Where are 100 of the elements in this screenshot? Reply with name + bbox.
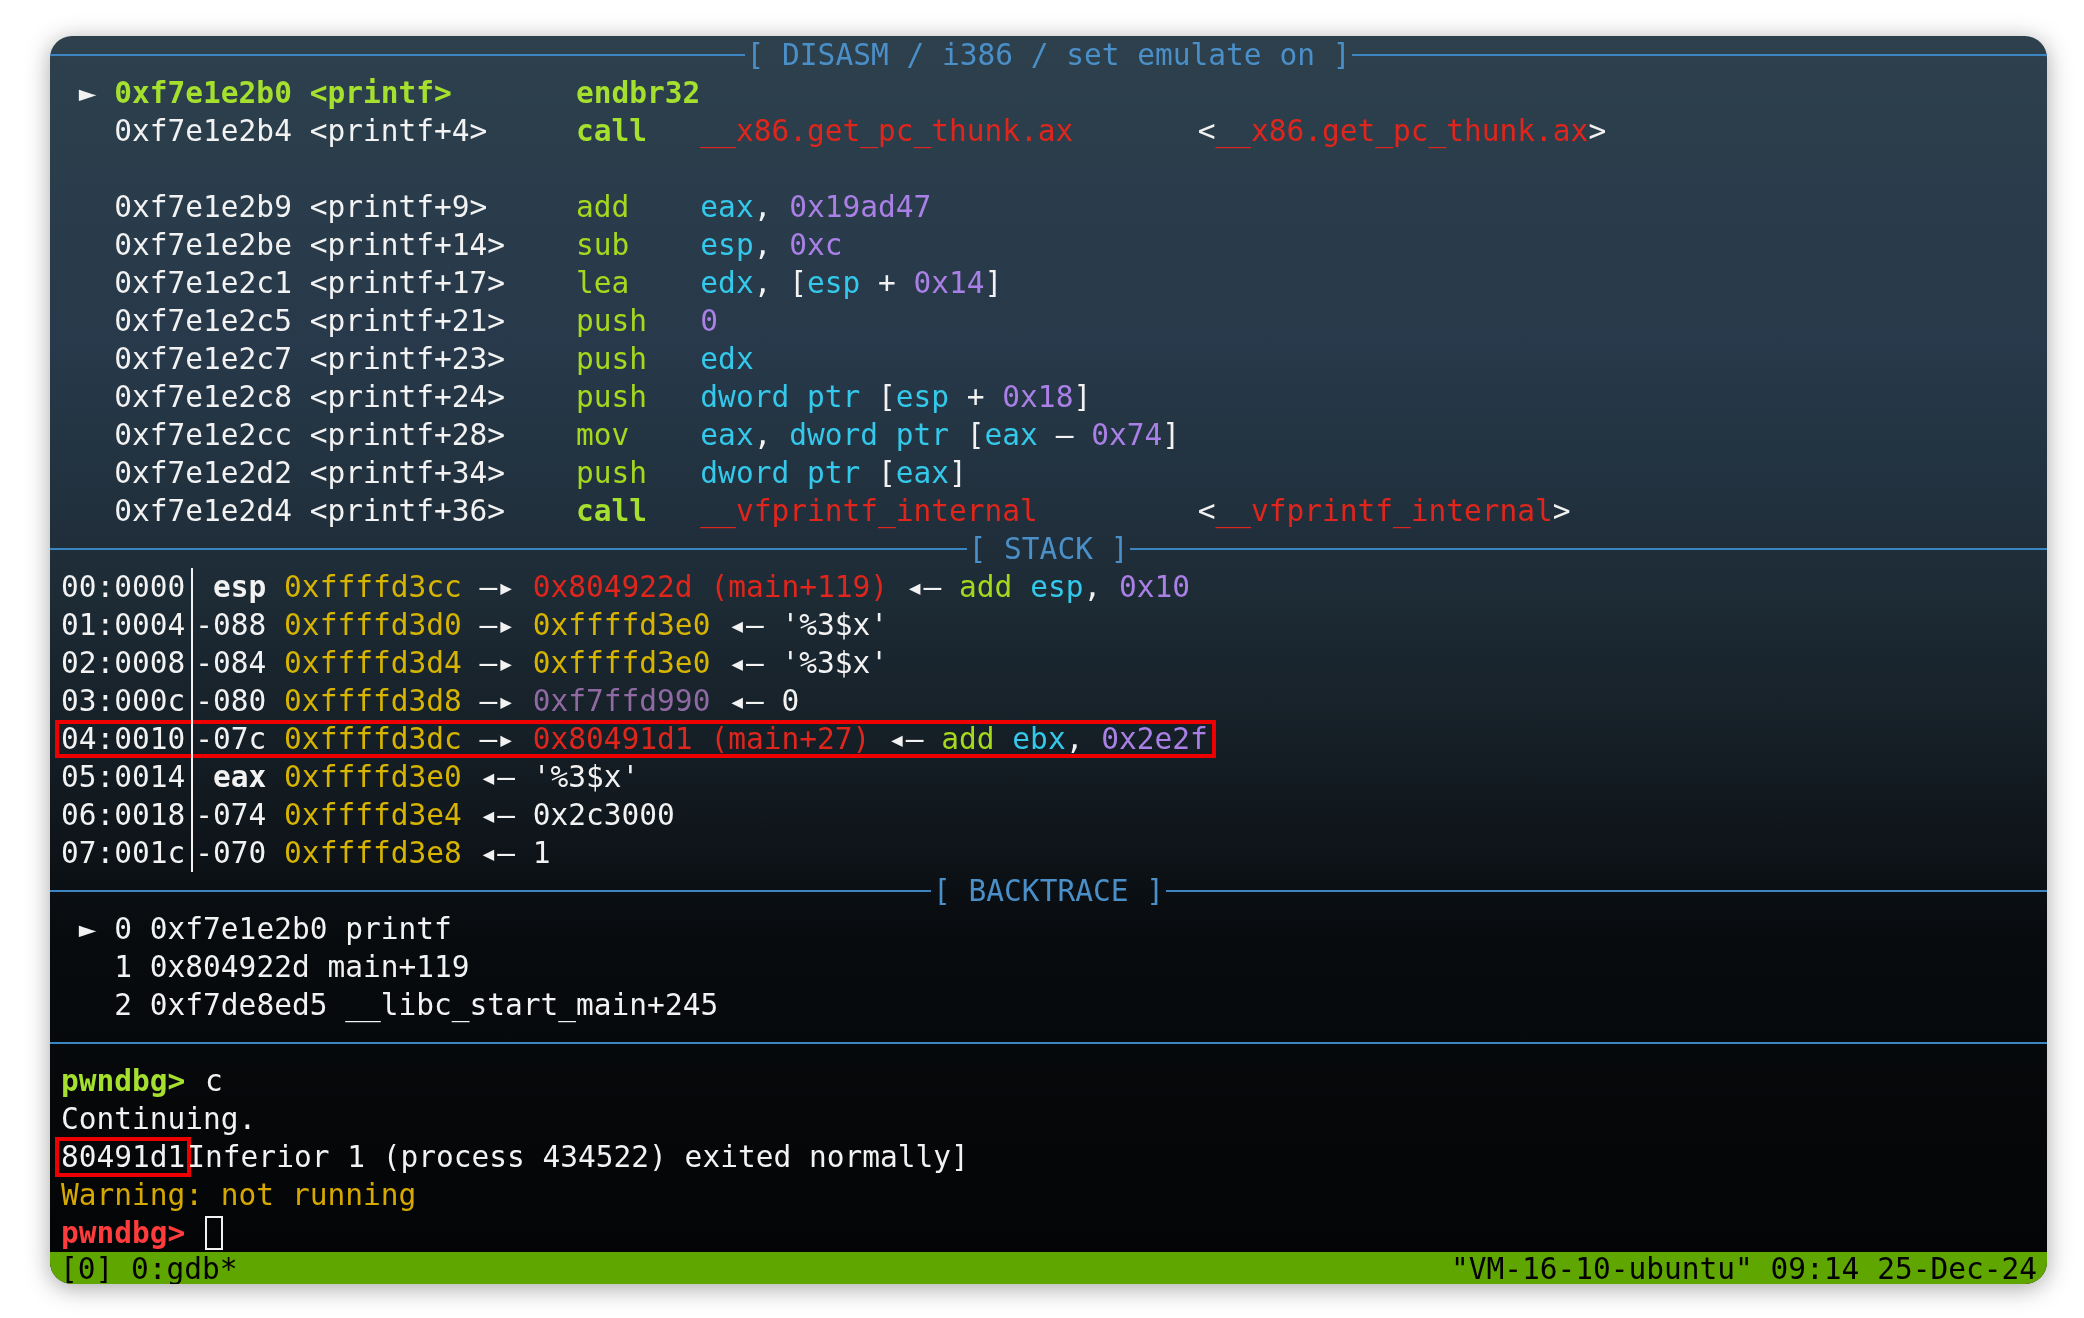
hex-value: 0x2e2f <box>1101 722 1208 756</box>
instruction-mnemonic: sub <box>576 228 630 262</box>
terminal-text: > <box>1552 494 1571 528</box>
stack-offset: -074 <box>195 798 267 832</box>
stack-address: 0xffffd3dc <box>284 722 462 756</box>
function-name: __vfprintf_internal <box>700 494 1038 528</box>
terminal-text: —▸ <box>479 684 515 718</box>
register-name: ebx <box>1012 722 1066 756</box>
register-name: dword ptr <box>700 380 861 414</box>
terminal-text: —▸ <box>479 570 515 604</box>
terminal-text: ] <box>1073 380 1092 414</box>
function-name: __x86.get_pc_thunk.ax <box>700 114 1074 148</box>
terminal-text: [ <box>966 418 985 452</box>
register-name: dword ptr <box>789 418 950 452</box>
register-name: esp <box>213 570 267 604</box>
register-name: eax <box>213 760 267 794</box>
stack-address: 0xffffd3d4 <box>284 646 462 680</box>
data-pointer: 0xf7ffd990 <box>532 684 711 718</box>
instruction-address: 0xf7e1e2b0 <box>114 76 292 110</box>
hex-value: 0xc <box>789 228 843 262</box>
shell-prompt: pwndbg> <box>60 1063 187 1100</box>
hex-value: 0x14 <box>913 266 985 300</box>
frame-address: 0xf7e1e2b0 <box>149 912 328 946</box>
hex-value: 0 <box>700 304 719 338</box>
instruction-address: 0xf7e1e2c8 <box>114 380 292 414</box>
terminal-text: , <box>753 228 772 262</box>
stack-index: 04:0010 <box>61 721 186 758</box>
instruction-mnemonic: push <box>576 456 648 490</box>
instruction-mnemonic: mov <box>576 418 630 452</box>
register-name: dword ptr <box>700 456 861 490</box>
symbol-name: <printf+9> <box>309 190 488 224</box>
terminal-text: ] <box>1162 418 1180 452</box>
status-right: "VM-16-10-ubuntu" 09:14 25-Dec-24 <box>1450 1252 2037 1284</box>
terminal-text: , <box>1083 570 1102 604</box>
instruction-address: 0xf7e1e2b9 <box>114 190 292 224</box>
terminal-text: , <box>753 190 772 224</box>
register-name: edx <box>700 342 754 376</box>
register-name: eax <box>700 190 754 224</box>
section-header: [ STACK ] <box>967 531 1130 568</box>
stack-address: 0xffffd3e0 <box>532 646 711 680</box>
function-name: __x86.get_pc_thunk.ax <box>1215 114 1589 148</box>
stack-index: 02:0008 <box>61 645 186 682</box>
stack-offset: -070 <box>195 836 267 870</box>
terminal-text: Continuing. <box>60 1101 258 1138</box>
terminal-text: —▸ <box>479 722 515 756</box>
instruction-mnemonic: call <box>576 114 648 148</box>
stack-offset: -084 <box>195 646 267 680</box>
stack-index: 06:0018 <box>61 797 186 834</box>
stack-address: 0xffffd3e8 <box>284 836 462 870</box>
terminal-text: ◂— <box>728 608 764 642</box>
terminal-text: ◂— <box>888 722 924 756</box>
frame-number: 1 <box>114 950 133 984</box>
stack-offset: -080 <box>195 684 267 718</box>
symbol-name: <printf+23> <box>309 342 506 376</box>
instruction-address: 0xf7e1e2d2 <box>114 456 292 490</box>
register-name: esp <box>1030 570 1084 604</box>
terminal-text: + <box>878 266 896 300</box>
code-pointer: 0x804922d (main+119) <box>532 570 888 604</box>
symbol-name: <printf+17> <box>309 266 506 300</box>
terminal-text: , <box>1065 722 1084 756</box>
instruction-mnemonic: endbr32 <box>576 76 701 110</box>
stack-index: 05:0014 <box>61 759 186 796</box>
frame-number: 2 <box>114 988 133 1022</box>
instruction-address: 0xf7e1e2be <box>114 228 292 262</box>
stack-address: 0xffffd3d8 <box>284 684 462 718</box>
symbol-name: <printf+28> <box>309 418 506 452</box>
terminal-text: 1 <box>532 836 551 870</box>
instruction-address: 0xf7e1e2d4 <box>114 494 292 528</box>
terminal-text: '%3$x' <box>781 608 889 642</box>
instruction-address: 0xf7e1e2c5 <box>114 304 292 338</box>
instruction-mnemonic: push <box>576 304 648 338</box>
terminal-text: 0 <box>781 684 800 718</box>
register-name: esp <box>700 228 754 262</box>
hex-value: 0x74 <box>1091 418 1163 452</box>
stack-address: 0xffffd3d0 <box>284 608 462 642</box>
instruction-mnemonic: add <box>941 722 995 756</box>
frame-symbol: main+119 <box>327 950 470 984</box>
instruction-mnemonic: add <box>576 190 630 224</box>
terminal-text: '%3$x' <box>781 646 889 680</box>
terminal-text: 0x2c3000 <box>532 798 675 832</box>
instruction-mnemonic: lea <box>576 266 630 300</box>
symbol-name: <printf> <box>309 76 452 110</box>
symbol-name: <printf+34> <box>309 456 506 490</box>
terminal-text: c <box>204 1063 224 1100</box>
terminal-text: —▸ <box>479 646 515 680</box>
instruction-address: 0xf7e1e2b4 <box>114 114 292 148</box>
stack-offset: -07c <box>195 722 267 756</box>
code-pointer: 0x80491d1 (main+27) <box>532 722 871 756</box>
terminal-text: ◂— <box>479 798 515 832</box>
terminal-text: ◂— <box>479 760 515 794</box>
stack-offset: -088 <box>195 608 267 642</box>
register-name: eax <box>895 456 950 490</box>
terminal-text: < <box>1197 114 1216 148</box>
stack-address: 0xffffd3e4 <box>284 798 462 832</box>
terminal-text: > <box>1588 114 1607 148</box>
hex-value: 0x10 <box>1118 570 1190 604</box>
stack-index: 07:001c <box>61 835 186 872</box>
terminal-text: ◂— <box>728 646 764 680</box>
register-name: eax <box>984 418 1038 452</box>
function-name: __vfprintf_internal <box>1215 494 1553 528</box>
